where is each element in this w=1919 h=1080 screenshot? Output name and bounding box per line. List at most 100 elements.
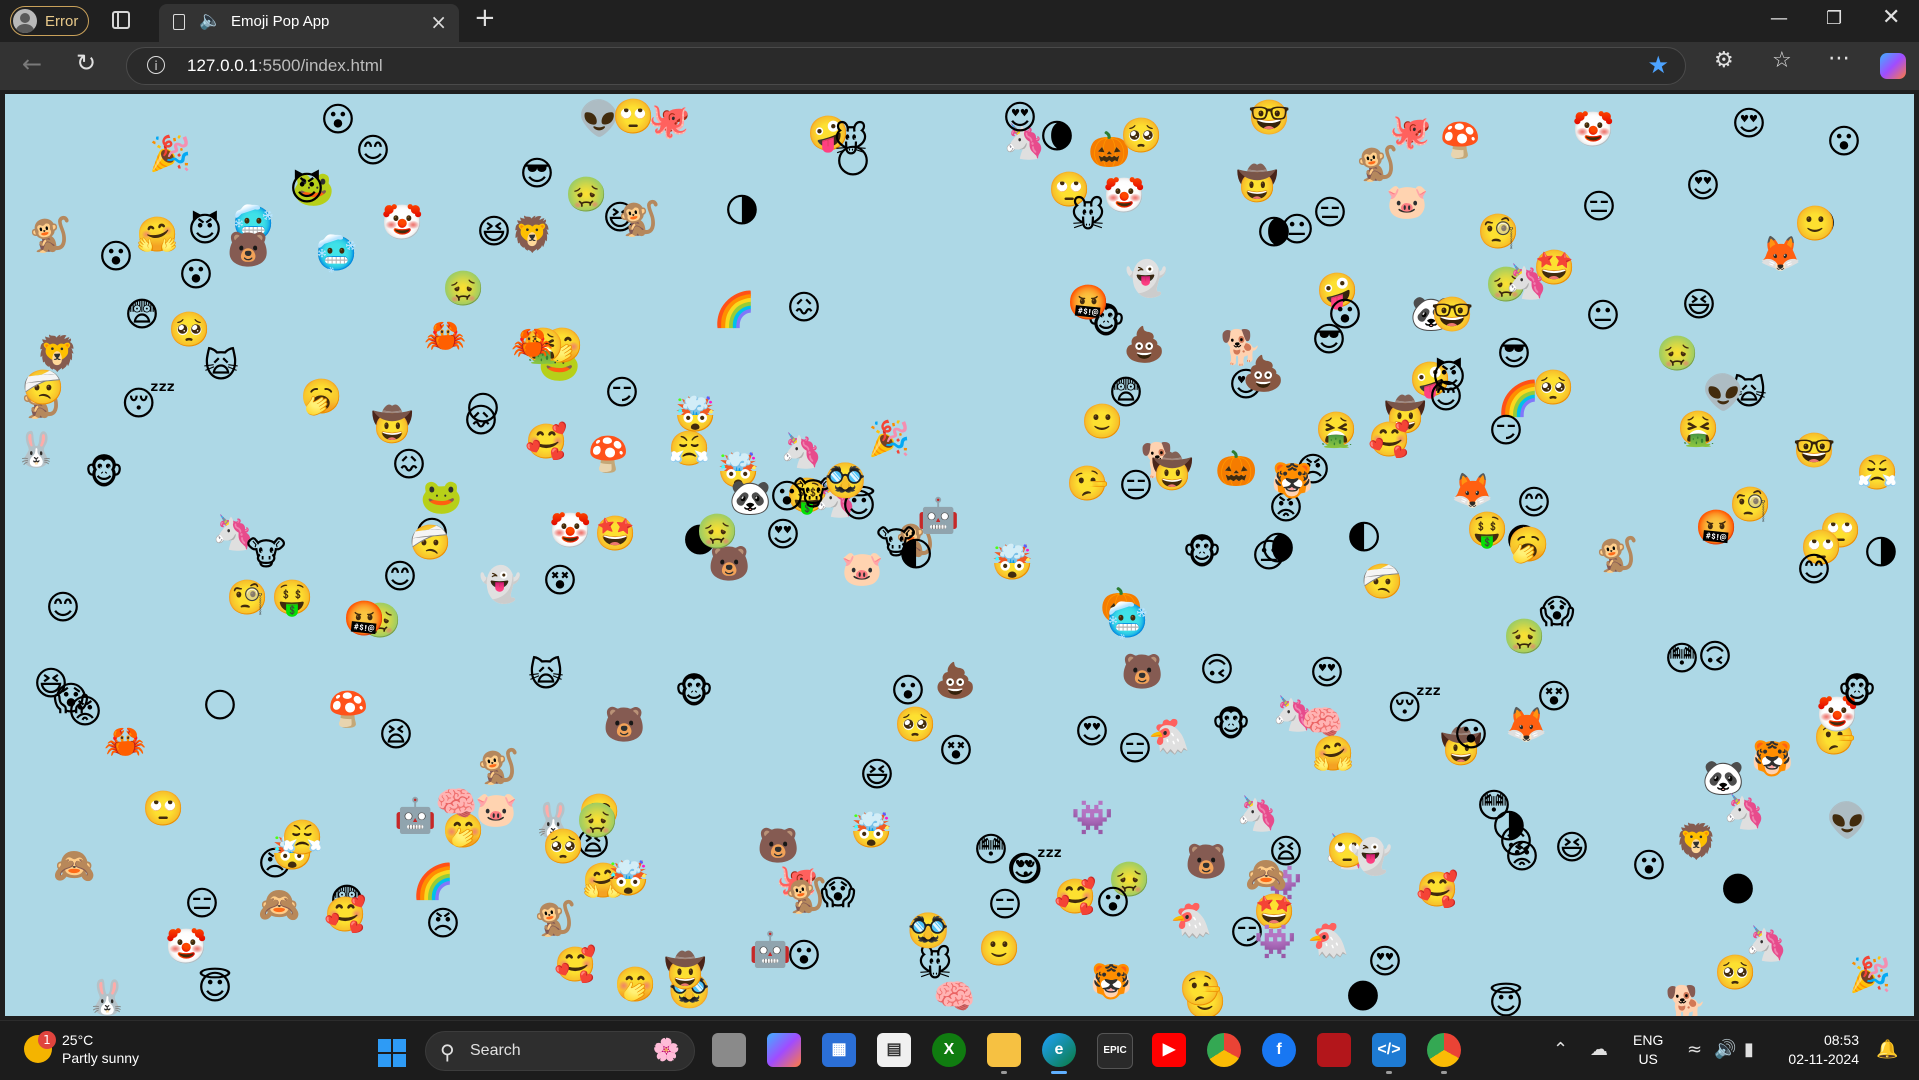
emoji-bubble[interactable]: 🐔 — [1307, 921, 1349, 961]
emoji-bubble[interactable]: 👻 — [479, 565, 521, 605]
emoji-bubble[interactable]: 🤖 — [917, 496, 959, 536]
emoji-bubble[interactable]: 🤢 — [442, 269, 484, 309]
emoji-bubble[interactable]: 🤑 — [271, 578, 313, 618]
emoji-bubble[interactable]: 🦀 — [511, 323, 553, 363]
emoji-bubble[interactable]: 😠 — [423, 904, 463, 944]
emoji-bubble[interactable]: 😏 — [602, 373, 642, 413]
emoji-bubble[interactable]: 🥰 — [1416, 870, 1458, 910]
emoji-bubble[interactable]: 🐒 — [477, 747, 519, 787]
more-options-icon[interactable]: ⋯ — [1828, 46, 1850, 71]
emoji-bubble[interactable]: 🌑 — [1718, 870, 1758, 910]
emoji-bubble[interactable]: 🤖 — [749, 930, 791, 970]
emoji-bubble[interactable]: 🧐 — [1729, 485, 1771, 525]
emoji-bubble[interactable]: 🤢 — [576, 801, 618, 841]
emoji-bubble[interactable]: 🦀 — [424, 316, 466, 356]
emoji-bubble[interactable]: 🤕 — [1361, 562, 1403, 602]
emoji-bubble[interactable]: 😍 — [1072, 712, 1112, 752]
emoji-bubble[interactable]: 😊 — [380, 557, 420, 597]
emoji-bubble[interactable]: 😮 — [1451, 715, 1491, 755]
emoji-bubble[interactable]: 😵 — [1534, 677, 1574, 717]
emoji-bubble[interactable]: 🦁 — [1675, 822, 1717, 862]
favorite-star-icon[interactable]: ★ — [1647, 51, 1669, 79]
emoji-bubble[interactable]: 🦊 — [1451, 471, 1493, 511]
emoji-bubble[interactable]: 🐵 — [674, 672, 714, 712]
emoji-bubble[interactable]: 😇 — [1486, 983, 1526, 1016]
news-icon[interactable]: ▤ — [877, 1033, 911, 1067]
wifi-icon[interactable]: ≈ — [1687, 1039, 1702, 1060]
emoji-bubble[interactable]: 😫 — [1266, 832, 1306, 872]
emoji-bubble[interactable]: 🐰 — [15, 430, 57, 470]
new-tab-button[interactable]: + — [474, 3, 496, 33]
emoji-bubble[interactable]: 🐙 — [1389, 112, 1431, 152]
emoji-bubble[interactable]: 😑 — [1579, 187, 1619, 227]
start-windows-icon[interactable] — [378, 1039, 406, 1067]
emoji-bubble[interactable]: 😈 — [185, 210, 225, 250]
emoji-bubble[interactable]: 🥱 — [300, 377, 342, 417]
emoji-bubble[interactable]: 🥸 — [824, 461, 866, 501]
emoji-bubble[interactable]: 🤯 — [607, 859, 649, 899]
emoji-bubble[interactable]: 👽 — [1826, 801, 1868, 841]
profile-button[interactable]: Error — [10, 6, 90, 36]
xbox-icon[interactable]: X — [932, 1033, 966, 1067]
emoji-bubble[interactable]: 🦁 — [511, 215, 553, 255]
emoji-bubble[interactable]: 😑 — [1116, 466, 1156, 506]
emoji-bubble[interactable]: 🐭 — [831, 121, 871, 161]
emoji-bubble[interactable]: 😍 — [1365, 942, 1405, 982]
emoji-bubble[interactable]: 😇 — [195, 968, 235, 1008]
emoji-bubble[interactable]: 🤯 — [674, 395, 716, 435]
taskbar-search[interactable]: ⚲ Search 🌸 — [425, 1031, 695, 1071]
emoji-bubble[interactable]: 🤠 — [1236, 164, 1278, 204]
emoji-bubble[interactable]: 🤑 — [1466, 510, 1508, 550]
emoji-bubble[interactable]: 🐵 — [1182, 533, 1222, 573]
onedrive-icon[interactable]: ☁ — [1590, 1039, 1608, 1060]
emoji-bubble[interactable]: 🥺 — [1714, 953, 1756, 993]
copilot-app-icon[interactable] — [767, 1033, 801, 1067]
emoji-bubble[interactable]: 🧐 — [226, 578, 268, 618]
clock[interactable]: 08:53 02-11-2024 — [1755, 1031, 1859, 1069]
emoji-bubble[interactable]: 🌈 — [412, 862, 454, 902]
emoji-bubble[interactable]: 🤓 — [1248, 98, 1290, 138]
emoji-bubble[interactable]: 🙂 — [978, 929, 1020, 969]
emoji-bubble[interactable]: 🤕 — [22, 368, 64, 408]
emoji-bubble[interactable]: 🐒 — [1596, 535, 1638, 575]
emoji-bubble[interactable]: 🐻 — [1185, 842, 1227, 882]
emoji-bubble[interactable]: 😳 — [1662, 639, 1702, 679]
emoji-bubble[interactable]: 😎 — [517, 154, 557, 194]
weather-widget[interactable]: 1 25°C Partly sunny — [24, 1031, 139, 1067]
emoji-bubble[interactable]: 🦊 — [1759, 234, 1801, 274]
emoji-bubble[interactable]: 🌘 — [1037, 117, 1077, 157]
emoji-bubble[interactable]: 👾 — [1254, 922, 1296, 962]
emoji-bubble[interactable]: 😮 — [96, 237, 136, 277]
emoji-bubble[interactable]: 🤖 — [394, 796, 436, 836]
emoji-bubble[interactable]: 😆 — [1552, 828, 1592, 868]
emoji-bubble[interactable]: 😖 — [389, 445, 429, 485]
emoji-bubble[interactable]: 🤢 — [1656, 334, 1698, 374]
tab-emoji-pop-app[interactable]: 🔈 Emoji Pop App × — [159, 4, 459, 42]
emoji-bubble[interactable]: 😮 — [318, 100, 358, 140]
chrome-profile-icon[interactable] — [1427, 1033, 1461, 1074]
youtube-icon[interactable]: ▶ — [1152, 1033, 1186, 1067]
emoji-bubble[interactable]: 🐻 — [1121, 652, 1163, 692]
emoji-bubble[interactable]: 🐭 — [1068, 196, 1108, 236]
emoji-bubble[interactable]: 🎉 — [149, 134, 191, 174]
emoji-bubble[interactable]: 🤯 — [850, 811, 892, 851]
emoji-bubble[interactable]: 🐒 — [618, 199, 660, 239]
emoji-bubble[interactable]: 🙄 — [612, 97, 654, 137]
emoji-bubble[interactable]: 😊 — [43, 588, 83, 628]
emoji-bubble[interactable]: 😊 — [1514, 483, 1554, 523]
emoji-bubble[interactable]: 🤠 — [371, 405, 413, 445]
emoji-bubble[interactable]: 😊 — [1794, 550, 1834, 590]
emoji-bubble[interactable]: 🐯 — [1271, 461, 1313, 501]
emoji-bubble[interactable]: 🥶 — [315, 234, 357, 274]
emoji-bubble[interactable]: 🦄 — [1505, 262, 1547, 302]
emoji-bubble[interactable]: 😤 — [668, 429, 710, 469]
emoji-bubble[interactable]: 😱 — [1537, 592, 1577, 632]
emoji-bubble[interactable]: 😤 — [1856, 453, 1898, 493]
emoji-bubble[interactable]: 😆 — [474, 212, 514, 252]
emoji-bubble[interactable]: 😍 — [1683, 166, 1723, 206]
emoji-bubble[interactable]: 🥺 — [1120, 116, 1162, 156]
emoji-bubble[interactable]: 😖 — [461, 401, 501, 441]
emoji-bubble[interactable]: 🥰 — [324, 895, 366, 935]
emoji-bubble[interactable]: 🤬 — [343, 599, 385, 639]
emoji-bubble[interactable]: 🍄 — [327, 690, 369, 730]
